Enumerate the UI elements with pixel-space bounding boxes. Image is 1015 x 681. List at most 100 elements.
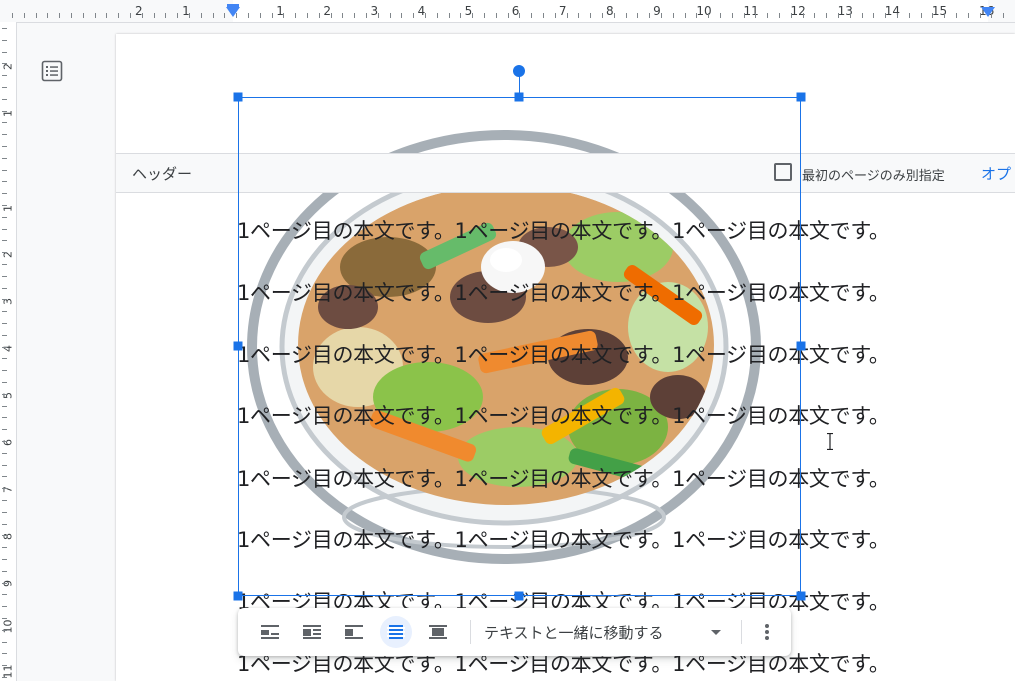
ruler-tick: [2, 571, 7, 572]
ruler-tick: [885, 13, 886, 18]
ruler-tick: [12, 13, 13, 18]
resize-handle-top[interactable]: [514, 92, 524, 102]
ruler-tick: [2, 87, 7, 88]
ruler-tick: [637, 13, 638, 18]
ruler-tick: [2, 299, 7, 300]
ruler-tick: [2, 288, 7, 289]
document-outline-icon[interactable]: [40, 59, 64, 83]
ruler-tick: [2, 63, 7, 64]
ruler-tick: [47, 13, 48, 18]
ruler-tick: [83, 13, 84, 18]
ruler-tick: [2, 500, 7, 501]
ruler-tick: [531, 13, 532, 18]
ruler-tick: [956, 13, 957, 18]
ruler-tick: [189, 13, 190, 18]
header-options-link[interactable]: オプ: [981, 163, 1011, 184]
chevron-down-icon[interactable]: [711, 630, 721, 635]
ruler-tick: [814, 13, 815, 18]
ruler-tick: [2, 276, 7, 277]
resize-handle-bottom[interactable]: [514, 591, 524, 601]
ruler-tick: [2, 535, 7, 536]
ruler-tick: [425, 13, 426, 18]
ruler-tick: [838, 13, 839, 18]
ruler-tick: [614, 13, 615, 18]
resize-handle-top-left[interactable]: [233, 92, 243, 102]
resize-handle-right[interactable]: [796, 341, 806, 351]
ruler-tick: [2, 453, 7, 454]
ruler-tick: [2, 134, 7, 135]
ruler-tick: [2, 252, 7, 253]
ruler-tick: [2, 311, 7, 312]
ruler-tick: [826, 13, 827, 18]
resize-handle-left[interactable]: [233, 341, 243, 351]
rotate-handle[interactable]: [513, 65, 525, 77]
ruler-tick: [2, 382, 7, 383]
ruler-tick: [2, 52, 7, 53]
resize-handle-top-right[interactable]: [796, 92, 806, 102]
ruler-tick: [213, 13, 214, 18]
ruler-tick: [720, 13, 721, 18]
ruler-tick: [378, 13, 379, 18]
ruler-number: 3: [1, 298, 15, 305]
ruler-tick: [2, 512, 7, 513]
ruler-tick: [2, 75, 7, 76]
ruler-tick: [484, 13, 485, 18]
ruler-tick: [2, 488, 7, 489]
right-indent-marker[interactable]: [981, 7, 995, 17]
ruler-tick: [142, 13, 143, 18]
ruler-tick: [2, 28, 7, 29]
ruler-tick: [921, 13, 922, 18]
ruler-tick: [260, 13, 261, 18]
ruler-tick: [307, 13, 308, 18]
text-cursor-icon: [827, 433, 833, 450]
ruler-tick: [118, 13, 119, 18]
ruler-tick: [2, 476, 7, 477]
ruler-tick: [2, 370, 7, 371]
inline-wrap-icon[interactable]: [254, 616, 286, 648]
ruler-tick: [201, 13, 202, 18]
ruler-tick: [2, 217, 7, 218]
ruler-tick: [862, 13, 863, 18]
resize-handle-bottom-left[interactable]: [233, 591, 243, 601]
ruler-tick: [248, 13, 249, 18]
ruler-tick: [496, 13, 497, 18]
ruler-tick: [2, 205, 7, 206]
ruler-tick: [578, 13, 579, 18]
ruler-number: 8: [1, 533, 15, 540]
ruler-tick: [555, 13, 556, 18]
ruler-number: 10: [1, 619, 15, 634]
left-indent-marker[interactable]: [226, 7, 240, 17]
ruler-tick: [366, 13, 367, 18]
ruler-tick: [2, 547, 7, 548]
first-page-different-label[interactable]: 最初のページのみ別指定: [802, 165, 945, 184]
ruler-tick: [2, 170, 7, 171]
vertical-ruler[interactable]: 2 1 1 2 3 4 5 6 7 8 9 10 11: [0, 22, 17, 681]
toolbar-divider: [741, 620, 742, 644]
move-with-text-dropdown[interactable]: テキストと一緒に移動する: [484, 622, 664, 643]
ruler-tick: [2, 358, 7, 359]
break-text-icon[interactable]: [338, 616, 370, 648]
ruler-tick: [2, 583, 7, 584]
ruler-tick: [2, 618, 7, 619]
ruler-tick: [224, 13, 225, 18]
ruler-tick: [2, 606, 7, 607]
wrap-text-icon[interactable]: [296, 616, 328, 648]
more-vert-icon[interactable]: [755, 620, 779, 644]
ruler-tick: [2, 665, 7, 666]
ruler-number: 7: [558, 4, 567, 18]
first-page-different-checkbox[interactable]: [774, 163, 792, 181]
ruler-tick: [24, 13, 25, 18]
in-front-of-text-icon[interactable]: [422, 616, 454, 648]
resize-handle-bottom-right[interactable]: [796, 591, 806, 601]
header-bar: ヘッダー 最初のページのみ別指定 オプ: [116, 153, 1015, 193]
ruler-tick: [2, 394, 7, 395]
ruler-tick: [850, 13, 851, 18]
ruler-tick: [543, 13, 544, 18]
ruler-tick: [2, 122, 7, 123]
ruler-tick: [319, 13, 320, 18]
ruler-tick: [130, 13, 131, 18]
ruler-tick: [661, 13, 662, 18]
ruler-tick: [2, 264, 7, 265]
horizontal-ruler[interactable]: 2 1 1 2 3 4 5 6 7 8 9 10 11 12 13 14 15 16: [0, 0, 1015, 23]
behind-text-icon[interactable]: [380, 616, 412, 648]
